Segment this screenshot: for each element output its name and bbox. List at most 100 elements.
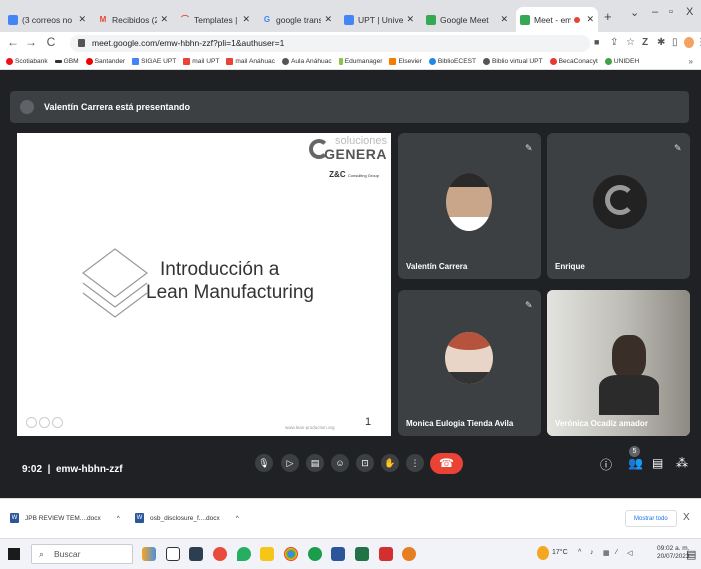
chevron-up-icon[interactable]: ^	[117, 515, 120, 522]
back-arrow-icon[interactable]: ←	[4, 35, 22, 49]
participant-tile[interactable]: ✎ Valentín Carrera	[398, 133, 541, 279]
tab-templates[interactable]: ⌒Templates | Inter✕	[176, 7, 254, 32]
word-icon[interactable]	[331, 547, 345, 561]
participant-tile[interactable]: Verónica Ocadiz amador	[547, 290, 690, 436]
becaconacyt-icon	[549, 58, 557, 65]
close-tab-icon[interactable]: ✕	[160, 14, 168, 25]
unideh-icon	[604, 58, 612, 65]
task-view-icon[interactable]	[166, 547, 180, 561]
system-clock[interactable]: 09:02 a. m. 20/07/2023	[657, 545, 690, 562]
pen-icon[interactable]: ⁄	[616, 549, 617, 556]
chevron-up-icon[interactable]: ^	[236, 515, 239, 522]
close-tab-icon[interactable]: ✕	[406, 14, 414, 25]
widgets-icon[interactable]	[142, 547, 156, 561]
download-item[interactable]: Wosb_disclosure_f....docx ^	[135, 513, 239, 523]
emoji-icon[interactable]: ☺	[331, 454, 349, 472]
maximize-button[interactable]: ▫	[669, 6, 673, 18]
app-icon[interactable]	[402, 547, 416, 561]
excel-icon[interactable]	[355, 547, 369, 561]
app-icon[interactable]	[213, 547, 227, 561]
new-tab-button[interactable]: +	[604, 9, 612, 24]
minimize-button[interactable]: –	[652, 6, 658, 18]
tab-translate[interactable]: Ggoogle translate✕	[258, 7, 336, 32]
bookmark-elsevier[interactable]: Elsevier	[389, 58, 422, 65]
tab-gmail[interactable]: MRecibidos (2) - m✕	[94, 7, 172, 32]
acrobat-icon[interactable]	[379, 547, 393, 561]
calculator-icon[interactable]	[189, 547, 203, 561]
camera-icon[interactable]: ■	[594, 37, 599, 47]
bookmark-biblioecest[interactable]: BiblioECEST	[428, 58, 476, 65]
download-item[interactable]: W JPB REVIEW TEM....docx ^	[10, 513, 120, 523]
bookmark-mail-anahuac[interactable]: mail Anáhuac	[226, 58, 275, 65]
bookmark-gbm[interactable]: GBM	[54, 58, 79, 65]
mic-icon[interactable]: 🎙	[255, 454, 273, 472]
bookmark-mail-upt[interactable]: mail UPT	[183, 58, 219, 65]
bookmark-scotiabank[interactable]: Scotiabank	[6, 58, 48, 65]
close-tab-icon[interactable]: ✕	[324, 14, 332, 25]
participant-photo	[445, 332, 493, 384]
more-options-icon[interactable]: ⋮	[406, 454, 424, 472]
bookmark-aula-anahuac[interactable]: Aula Anáhuac	[281, 58, 332, 65]
more-bookmarks-icon[interactable]: »	[689, 57, 693, 66]
extensions-icon[interactable]: ✱	[657, 37, 665, 48]
windows-start-icon[interactable]	[8, 548, 20, 560]
address-bar[interactable]: meet.google.com/emw-hbhn-zzf?pli=1&authu…	[70, 35, 590, 52]
star-icon[interactable]: ☆	[626, 37, 635, 48]
taskbar-search[interactable]: ⌕ Buscar	[31, 544, 133, 564]
people-icon[interactable]: 👥	[628, 456, 643, 470]
end-call-button[interactable]: ☎	[430, 453, 463, 474]
sidepanel-icon[interactable]: ▯	[672, 37, 678, 48]
lock-icon	[78, 39, 85, 47]
file-explorer-icon[interactable]	[260, 547, 274, 561]
chrome-icon[interactable]	[284, 547, 298, 561]
notifications-icon[interactable]: ▤	[686, 548, 696, 561]
reload-icon[interactable]: C	[42, 35, 60, 49]
captions-icon[interactable]: ▤	[306, 454, 324, 472]
bookmark-santander[interactable]: Santander	[85, 58, 125, 65]
temperature[interactable]: 17°C	[552, 549, 568, 556]
tab-meet-active[interactable]: Meet - emw✕	[516, 7, 598, 32]
participant-tile[interactable]: ✎ Monica Eulogia Tienda Avila	[398, 290, 541, 436]
bookmark-unideh[interactable]: UNIDEH	[604, 58, 639, 65]
bookmark-edumanager[interactable]: Edumanager	[338, 58, 382, 65]
participant-photo	[446, 173, 492, 231]
share-icon[interactable]: ⇪	[610, 37, 618, 48]
participant-tile[interactable]: ✎ Enrique	[547, 133, 690, 279]
elsevier-icon	[389, 58, 397, 65]
bookmark-biblio-virtual[interactable]: Biblio virtual UPT	[483, 58, 543, 65]
app-icon[interactable]	[308, 547, 322, 561]
close-window-button[interactable]: X	[686, 6, 693, 18]
extension-z-icon[interactable]: Z	[642, 37, 648, 48]
forward-arrow-icon[interactable]: →	[22, 35, 40, 49]
tab-search-button[interactable]: ⌄	[630, 6, 639, 19]
tab-google-meet[interactable]: Google Meet ✕	[422, 7, 512, 32]
volume-icon[interactable]: ◁	[627, 549, 632, 557]
close-tab-icon[interactable]: ✕	[500, 14, 508, 25]
chat-icon[interactable]: ▤	[652, 456, 663, 470]
maps-icon[interactable]	[237, 547, 251, 561]
genera-logo: soluciones GENERA	[324, 135, 387, 162]
network-icon[interactable]: ▦	[603, 549, 610, 557]
close-tab-icon[interactable]: ✕	[242, 14, 250, 25]
tray-chevron-icon[interactable]: ^	[578, 549, 581, 556]
tab-mail[interactable]: (3 correos no leí✕	[4, 7, 90, 32]
meet-icon	[426, 14, 436, 25]
info-icon[interactable]: ⓘ	[600, 456, 612, 473]
slide-page-number: 1	[365, 416, 372, 428]
bookmark-becaconacyt[interactable]: BecaConacyt	[549, 58, 598, 65]
close-shelf-icon[interactable]: X	[683, 512, 690, 523]
camera-toggle-icon[interactable]: ▷	[281, 454, 299, 472]
slide-title-line1: Introducción a	[160, 259, 280, 280]
bookmark-sigae[interactable]: SIGAE UPT	[132, 58, 176, 65]
profile-avatar[interactable]	[684, 37, 694, 48]
close-tab-icon[interactable]: ✕	[586, 14, 594, 25]
mic-tray-icon[interactable]: ♪	[590, 549, 594, 556]
tab-upt[interactable]: UPT | Universida✕	[340, 7, 418, 32]
activities-icon[interactable]: ⁂	[676, 456, 688, 470]
raise-hand-icon[interactable]: ✋	[381, 454, 399, 472]
present-screen-icon[interactable]: ⊡	[356, 454, 374, 472]
menu-icon[interactable]: ⋮	[696, 37, 701, 48]
close-tab-icon[interactable]: ✕	[78, 14, 86, 25]
show-all-button[interactable]: Mostrar todo	[625, 510, 677, 527]
participant-head	[612, 335, 646, 379]
